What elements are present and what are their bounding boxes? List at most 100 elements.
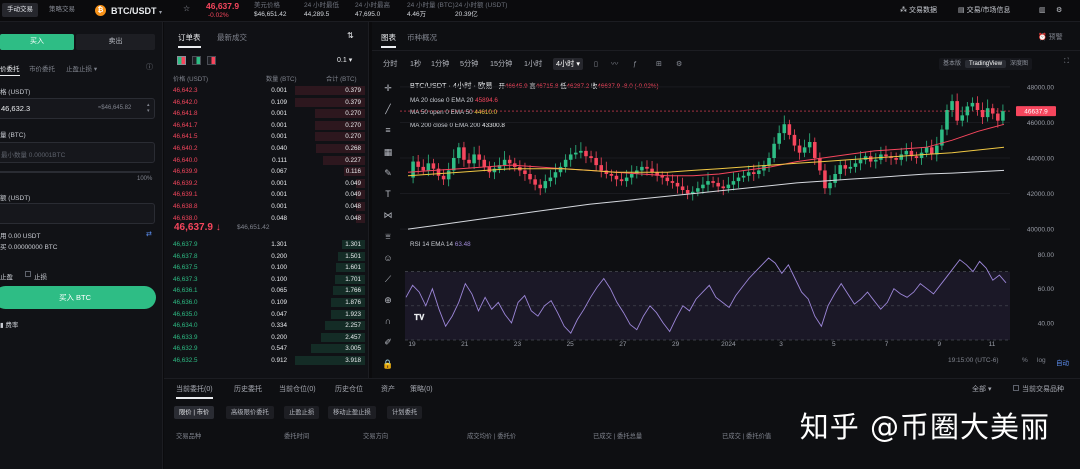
bid-row[interactable]: 46,637.8 0.200 1.501: [173, 251, 365, 262]
layout-icon[interactable]: ▥: [1039, 5, 1046, 17]
ask-row[interactable]: 46,638.8 0.001 0.048: [173, 201, 365, 212]
tf-5m[interactable]: 5分钟: [460, 58, 478, 70]
stepper-icon[interactable]: ▴ ▾: [147, 102, 150, 114]
trading-data-link[interactable]: ⁂ 交易数据: [900, 5, 937, 17]
fullscreen-icon[interactable]: ⛶: [1064, 58, 1069, 66]
buy-btc-button[interactable]: 买入 BTC: [0, 286, 156, 309]
price-input[interactable]: 46,632.3 ≈$46,645.82 ▴ ▾: [0, 98, 155, 119]
indicator-icon[interactable]: ƒ: [633, 58, 637, 70]
view-tradingview[interactable]: TradingView: [965, 60, 1007, 68]
tf-1h[interactable]: 1小时: [524, 58, 542, 70]
bid-row[interactable]: 46,633.9 0.200 2.457: [173, 332, 365, 343]
pattern-icon[interactable]: ⋈: [380, 205, 396, 226]
horizontal-line-icon[interactable]: ≡: [380, 120, 396, 141]
transfer-icon[interactable]: ⇄: [146, 230, 152, 238]
filter-all[interactable]: 全部 ▾: [972, 384, 991, 394]
precision-select[interactable]: 0.1 ▾: [337, 56, 352, 64]
buy-tab[interactable]: 买入: [0, 34, 74, 50]
tf-4h-active[interactable]: 4小时 ▾: [553, 58, 583, 70]
subtab-advanced-limit[interactable]: 高级限价委托: [226, 406, 274, 419]
view-bids-icon[interactable]: [192, 56, 201, 65]
templates-icon[interactable]: ⊞: [656, 58, 662, 70]
subtab-limit-market[interactable]: 限价 | 市价: [174, 406, 215, 419]
ask-row[interactable]: 46,639.2 0.001 0.049: [173, 178, 365, 189]
ask-row[interactable]: 46,640.0 0.111 0.227: [173, 155, 365, 166]
lock-pencil-icon[interactable]: ✐: [380, 332, 396, 353]
ask-row[interactable]: 46,639.1 0.001 0.049: [173, 189, 365, 200]
bid-row[interactable]: 46,637.5 0.100 1.601: [173, 262, 365, 273]
crosshair-icon[interactable]: ✛: [380, 78, 396, 99]
tf-1m[interactable]: 1分钟: [431, 58, 449, 70]
bid-row[interactable]: 46,635.0 0.047 1.923: [173, 309, 365, 320]
settings-icon[interactable]: ⚙: [676, 58, 682, 70]
trendline-icon[interactable]: ╱: [380, 99, 396, 120]
tab-chart[interactable]: 图表: [381, 32, 396, 48]
sell-tab[interactable]: 卖出: [76, 34, 155, 50]
log-toggle[interactable]: log: [1037, 357, 1046, 364]
amount-slider[interactable]: [0, 171, 150, 173]
tab-latest-trades[interactable]: 最新成交: [217, 32, 247, 43]
emoji-icon[interactable]: ☺: [380, 248, 396, 269]
lock-icon[interactable]: 🔒: [380, 354, 396, 375]
ask-row[interactable]: 46,641.7 0.001 0.270: [173, 120, 365, 131]
tf-15m[interactable]: 15分钟: [490, 58, 512, 70]
channel-icon[interactable]: ▦: [380, 142, 396, 163]
help-icon[interactable]: ⓘ: [146, 62, 153, 72]
tab-position-history[interactable]: 历史仓位: [335, 384, 363, 394]
ask-row[interactable]: 46,641.5 0.001 0.270: [173, 131, 365, 142]
magnet-icon[interactable]: ∩: [380, 311, 396, 332]
bid-row[interactable]: 46,632.5 0.912 3.918: [173, 355, 365, 366]
tp-sl-tab[interactable]: 止盈止损 ▾: [66, 63, 97, 73]
view-basic[interactable]: 基本版: [939, 61, 965, 67]
price-chart[interactable]: 40000.00 42000.00 44000.00 46000.00 48000.00…: [400, 78, 1080, 354]
brush-icon[interactable]: ✎: [380, 163, 396, 184]
market-info-link[interactable]: ▤ 交易/市场信息: [958, 5, 1011, 17]
ruler-icon[interactable]: ⟋: [380, 269, 396, 290]
ask-row[interactable]: 46,642.3 0.001 0.379: [173, 85, 365, 96]
limit-order-tab[interactable]: 价委托: [0, 63, 20, 76]
auto-toggle[interactable]: 自动: [1056, 357, 1069, 367]
tf-1s[interactable]: 1秒: [410, 58, 421, 70]
text-icon[interactable]: T: [380, 184, 396, 205]
view-asks-icon[interactable]: [207, 56, 216, 65]
market-order-tab[interactable]: 市价委托: [29, 63, 55, 73]
total-input[interactable]: [0, 203, 155, 224]
ask-row[interactable]: 46,640.2 0.040 0.268: [173, 143, 365, 154]
settings-icon[interactable]: ⇅: [347, 31, 354, 40]
tab-positions[interactable]: 当前仓位(0): [279, 384, 316, 394]
amount-input[interactable]: 最小数量 0.00001BTC: [0, 142, 155, 163]
subtab-trailing[interactable]: 移动止盈止损: [328, 406, 376, 419]
tab-open-orders[interactable]: 当前委托(0): [176, 384, 213, 399]
ask-row[interactable]: 46,642.0 0.109 0.379: [173, 97, 365, 108]
bid-row[interactable]: 46,632.9 0.547 3.005: [173, 343, 365, 354]
subtab-tp-sl[interactable]: 止盈止损: [284, 406, 320, 419]
strategy-trade-tab[interactable]: 策略交易: [44, 3, 80, 17]
star-icon[interactable]: ☆: [183, 4, 190, 13]
manual-trade-tab[interactable]: 手动交易: [2, 3, 38, 17]
current-pair-checkbox[interactable]: [1013, 385, 1019, 391]
pair-selector[interactable]: BTC/USDT ▾: [111, 5, 162, 19]
bid-row[interactable]: 46,634.0 0.334 2.257: [173, 320, 365, 331]
tab-order-history[interactable]: 历史委托: [234, 384, 262, 394]
percent-toggle[interactable]: %: [1022, 357, 1028, 364]
tab-assets[interactable]: 资产: [381, 384, 395, 394]
view-depth[interactable]: 深度图: [1006, 61, 1032, 67]
tab-strategies[interactable]: 策略(0): [410, 384, 433, 394]
bid-row[interactable]: 46,636.1 0.065 1.766: [173, 285, 365, 296]
fee-rate-link[interactable]: ▮ 费率: [0, 319, 18, 329]
gear-icon[interactable]: ⚙: [1056, 5, 1062, 17]
tab-orderbook[interactable]: 订单表: [178, 32, 201, 48]
tf-tick[interactable]: 分时: [383, 58, 397, 70]
fib-icon[interactable]: ⩸: [380, 226, 396, 247]
zoom-icon[interactable]: ⊕: [380, 290, 396, 311]
view-both-icon[interactable]: [177, 56, 186, 65]
ask-row[interactable]: 46,641.8 0.001 0.270: [173, 108, 365, 119]
ask-row[interactable]: 46,638.0 0.048 0.048: [173, 213, 365, 224]
candle-type-icon[interactable]: ▯: [594, 58, 598, 70]
ask-row[interactable]: 46,639.9 0.067 0.116: [173, 166, 365, 177]
subtab-trigger[interactable]: 计划委托: [387, 406, 423, 419]
tab-coin-overview[interactable]: 币种概况: [407, 32, 437, 43]
alert-button[interactable]: ⏰ 预警: [1038, 32, 1063, 42]
take-profit-toggle[interactable]: 止盈: [0, 271, 13, 281]
line-type-icon[interactable]: 〰: [611, 58, 618, 70]
